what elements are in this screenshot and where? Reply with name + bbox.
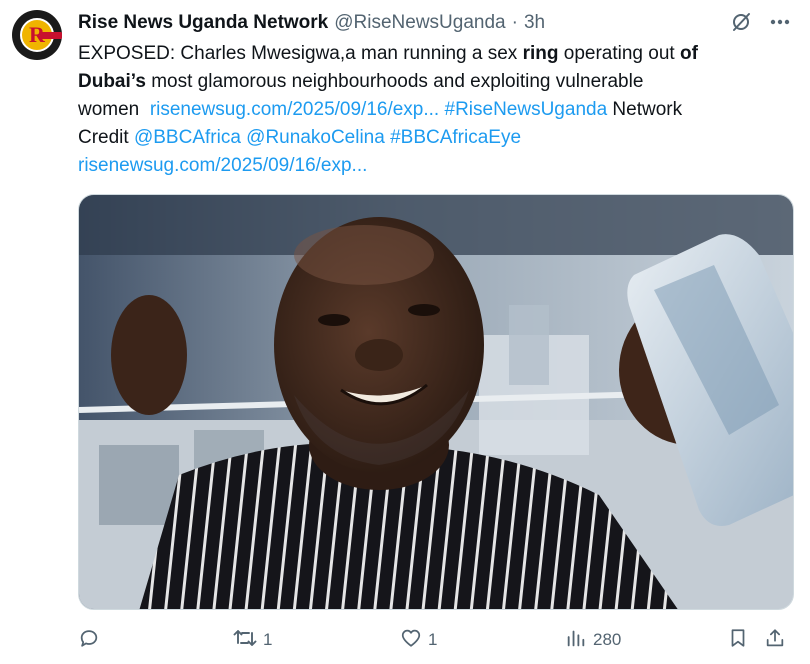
separator-dot: · — [511, 12, 518, 33]
reply-icon — [78, 627, 100, 654]
text-line-3: women risenewsug.com/2025/09/16/exp... #… — [78, 96, 790, 124]
hashtag-link[interactable]: #RiseNewsUganda — [445, 99, 608, 120]
grok-slash-icon[interactable] — [730, 11, 752, 33]
repost-icon — [233, 627, 257, 654]
article-link[interactable]: risenewsug.com/2025/09/16/exp... — [78, 155, 367, 176]
tweet-text: EXPOSED: Charles Mwesigwa,a man running … — [78, 40, 790, 180]
text-segment: most glamorous neighbourhoods and exploi… — [145, 71, 644, 92]
text-line-1: EXPOSED: Charles Mwesigwa,a man running … — [78, 40, 790, 68]
like-icon — [400, 627, 422, 654]
hashtag-link[interactable]: #BBCAfricaEye — [390, 127, 521, 148]
like-count: 1 — [428, 630, 438, 649]
reply-button[interactable] — [78, 624, 106, 656]
avatar[interactable]: R — [12, 10, 62, 60]
timestamp[interactable]: 3h — [524, 12, 545, 34]
repost-button[interactable]: 1 — [233, 624, 272, 656]
tweet-photo[interactable] — [78, 194, 794, 610]
bookmark-button[interactable] — [727, 624, 749, 656]
views-button[interactable]: 280 — [565, 624, 621, 656]
share-button[interactable] — [764, 624, 786, 656]
text-line-4: Credit @BBCAfrica @RunakoCelina #BBCAfri… — [78, 124, 790, 152]
bold-word: Dubai’s — [78, 71, 146, 92]
header-icons — [730, 11, 790, 33]
text-segment: women — [78, 99, 150, 120]
user-handle[interactable]: @RiseNewsUganda — [334, 12, 505, 34]
bold-word: of — [679, 43, 698, 64]
photo-illustration — [79, 195, 793, 609]
views-count: 280 — [593, 630, 622, 649]
text-line-2: Dubai’s most glamorous neighbourhoods an… — [78, 68, 790, 96]
text-segment: EXPOSED: Charles Mwesigwa,a man running … — [78, 43, 523, 64]
article-link[interactable]: risenewsug.com/2025/09/16/exp... — [150, 99, 439, 120]
bold-word: ring — [522, 43, 559, 64]
share-icon — [764, 627, 786, 654]
like-button[interactable]: 1 — [400, 624, 437, 656]
bookmark-icon — [727, 627, 749, 654]
logo-banner — [40, 32, 62, 39]
text-segment: operating out — [558, 43, 680, 64]
mention-link[interactable]: @RunakoCelina — [246, 127, 385, 148]
tweet-header: Rise News Uganda Network @RiseNewsUganda… — [78, 9, 790, 37]
repost-count: 1 — [263, 630, 273, 649]
views-icon — [565, 627, 587, 654]
text-line-5: risenewsug.com/2025/09/16/exp... — [78, 152, 790, 180]
display-name[interactable]: Rise News Uganda Network — [78, 12, 328, 34]
text-segment: Network — [607, 99, 683, 120]
text-segment: Credit — [78, 127, 134, 148]
more-icon[interactable] — [770, 19, 790, 25]
mention-link[interactable]: @BBCAfrica — [134, 127, 241, 148]
tweet-card[interactable]: R Rise News Uganda Network @RiseNewsUgan… — [0, 0, 810, 664]
action-bar: 1 1 280 — [78, 624, 794, 656]
